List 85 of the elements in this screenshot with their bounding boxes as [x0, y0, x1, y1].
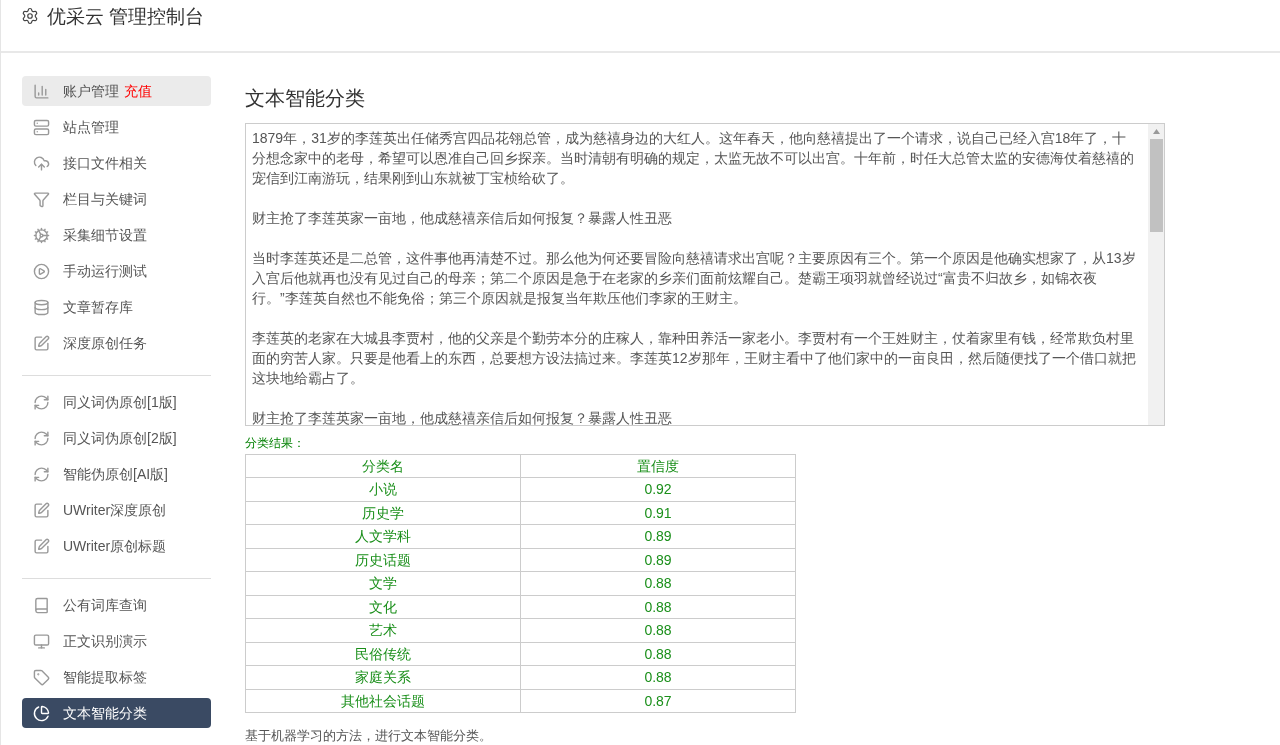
console-title: 优采云 管理控制台	[47, 5, 205, 29]
monitor-icon	[33, 632, 50, 650]
edit-icon	[33, 501, 50, 519]
sidebar-item[interactable]: UWriter原创标题	[22, 531, 211, 561]
table-cell: 历史话题	[245, 548, 521, 572]
refresh-icon	[33, 393, 50, 411]
table-cell: 0.88	[520, 618, 796, 642]
sidebar-item[interactable]: 手动运行测试	[22, 256, 211, 286]
sidebar-item[interactable]: 智能提取标签	[22, 662, 211, 692]
pie-chart-icon	[33, 704, 50, 722]
edit-icon	[33, 334, 50, 352]
column-header: 分类名	[245, 454, 521, 478]
table-cell: 0.88	[520, 642, 796, 666]
sidebar-item[interactable]: 接口文件相关	[22, 148, 211, 178]
sidebar-item[interactable]: 账户管理 充值	[22, 76, 211, 106]
sidebar-item[interactable]: 公有词库查询	[22, 590, 211, 620]
paragraph: 李莲英的老家在大城县李贾村，他的父亲是个勤劳本分的庄稼人，靠种田养活一家老小。李贾村有一个王姓财主，仗着家里有钱，经常欺负村里面的穷苦人家。只要是他看上的东西，总要想方设法搞过来。李莲英12岁那年，王财主看中了他们家中的一亩良田，然后随便找了一个借口就把这块地给霸占了。	[252, 329, 1136, 388]
table-cell: 家庭关系	[245, 665, 521, 689]
sidebar-item[interactable]: UWriter深度原创	[22, 495, 211, 525]
database-icon	[33, 298, 50, 316]
table-cell: 小说	[245, 477, 521, 501]
table-cell: 0.89	[520, 548, 796, 572]
bar-chart-icon	[33, 82, 50, 100]
paragraph: 1879年，31岁的李莲英出任储秀宫四品花翎总管，成为慈禧身边的大红人。这年春天，他向慈禧提出了一个请求，说自己已经入宫18年了，十分想念家中的老母，希望可以恩准自己回乡探亲。当时清朝有明确的规定，太监无故不可以出宫。十年前，时任大总管太监的安德海仗着慈禧的宠信到江南游玩，结果刚到山东就被丁宝桢给砍了。	[252, 129, 1135, 188]
sidebar-label: 账户管理	[63, 81, 119, 101]
sidebar-item[interactable]: 文本智能分类	[22, 698, 211, 728]
sidebar-label: 同义词伪原创[2版]	[63, 428, 177, 448]
table-cell: 0.88	[520, 571, 796, 595]
sidebar-label: 接口文件相关	[63, 153, 147, 173]
footnote: 基于机器学习的方法，进行文本智能分类。	[245, 727, 493, 745]
sidebar-item[interactable]: 正文识别演示	[22, 626, 211, 656]
text-input-field[interactable]	[245, 123, 1165, 426]
sidebar-label: 栏目与关键词	[63, 189, 147, 209]
table-cell: 艺术	[245, 618, 521, 642]
play-icon	[33, 262, 50, 280]
result-label: 分类结果：	[245, 435, 306, 452]
cloud-upload-icon	[33, 154, 50, 172]
sidebar-item[interactable]: 同义词伪原创[2版]	[22, 423, 211, 453]
table-cell: 民俗传统	[245, 642, 521, 666]
refresh-icon	[33, 429, 50, 447]
sidebar-item[interactable]: 文章暂存库	[22, 292, 211, 322]
page-title: 文本智能分类	[245, 86, 366, 111]
table-cell: 0.92	[520, 477, 796, 501]
table-cell: 其他社会话题	[245, 689, 521, 713]
sidebar-label: 正文识别演示	[63, 631, 147, 651]
settings-icon	[21, 7, 39, 25]
sidebar-label: 深度原创任务	[63, 333, 147, 353]
table-cell: 0.89	[520, 524, 796, 548]
sidebar-label: 采集细节设置	[63, 225, 147, 245]
filter-icon	[33, 190, 50, 208]
table-cell: 0.88	[520, 665, 796, 689]
sidebar-label: 智能伪原创[AI版]	[63, 464, 168, 484]
sidebar-label: UWriter原创标题	[63, 536, 167, 556]
paragraph: 财主抢了李莲英家一亩地，他成慈禧亲信后如何报复？暴露人性丑恶	[252, 409, 673, 425]
refresh-icon	[33, 465, 50, 483]
sidebar-item[interactable]: 深度原创任务	[22, 328, 211, 358]
sidebar-label: 公有词库查询	[63, 595, 147, 615]
scrollbar[interactable]	[1148, 124, 1164, 425]
sidebar-label: 文本智能分类	[63, 703, 147, 723]
tag-icon	[33, 668, 50, 686]
sidebar-label: 站点管理	[63, 117, 119, 137]
sidebar-item[interactable]: 栏目与关键词	[22, 184, 211, 214]
table-cell: 0.87	[520, 689, 796, 713]
table-cell: 历史学	[245, 501, 521, 525]
sidebar-label: 智能提取标签	[63, 667, 147, 687]
book-icon	[33, 596, 50, 614]
sidebar-label: 文章暂存库	[63, 297, 133, 317]
column-header: 置信度	[520, 454, 796, 478]
table-cell: 文化	[245, 595, 521, 619]
sidebar-label: 同义词伪原创[1版]	[63, 392, 177, 412]
sidebar-item[interactable]: 采集细节设置	[22, 220, 211, 250]
edit-icon	[33, 537, 50, 555]
sidebar-item[interactable]: 站点管理	[22, 112, 211, 142]
server-icon	[33, 118, 50, 136]
table-cell: 文学	[245, 571, 521, 595]
paragraph: 财主抢了李莲英家一亩地，他成慈禧亲信后如何报复？暴露人性丑恶	[252, 209, 673, 228]
sidebar-item[interactable]: 智能伪原创[AI版]	[22, 459, 211, 489]
sidebar-item[interactable]: 同义词伪原创[1版]	[22, 387, 211, 417]
sidebar-label: 手动运行测试	[63, 261, 147, 281]
table-cell: 人文学科	[245, 524, 521, 548]
paragraph: 当时李莲英还是二总管，这件事他再清楚不过。那么他为何还要冒险向慈禧请求出宫呢？主要原因有三个。第一个原因是他确实想家了，从13岁入宫后他就再也没有见过自己的母亲；第二个原因是急于在老家的乡亲们面前炫耀自己。楚霸王项羽就曾经说过“富贵不归故乡，如锦衣夜行。”李莲英自然也不能免俗；第三个原因就是报复当年欺压他们李家的王财主。	[252, 249, 1136, 308]
table-cell: 0.91	[520, 501, 796, 525]
sidebar-label: UWriter深度原创	[63, 500, 167, 520]
scroll-up-icon[interactable]	[1152, 129, 1160, 134]
table-cell: 0.88	[520, 595, 796, 619]
